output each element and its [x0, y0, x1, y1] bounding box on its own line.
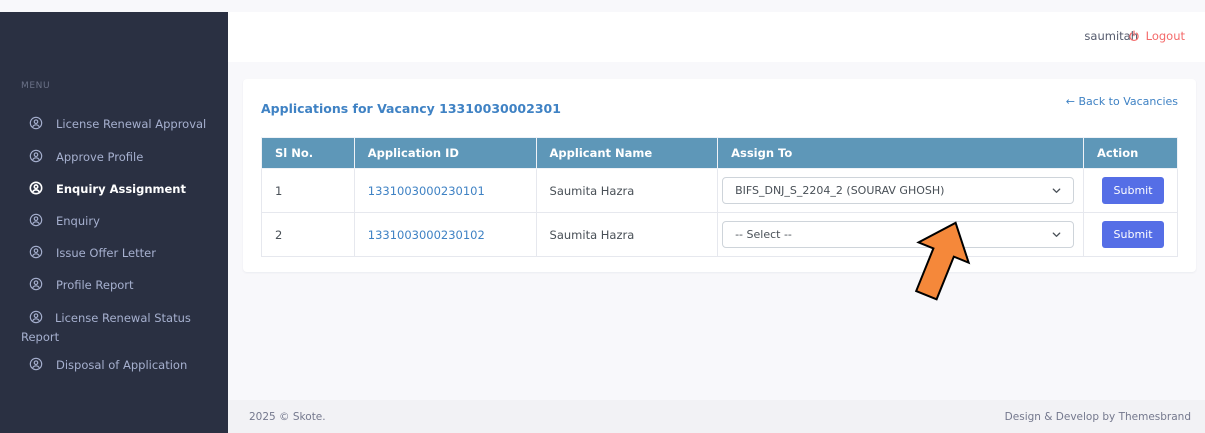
- sidebar-item-issue-offer-letter[interactable]: Issue Offer Letter: [0, 245, 228, 262]
- sidebar-item-profile-report[interactable]: Profile Report: [0, 277, 228, 294]
- sidebar-item-disposal-of-application[interactable]: Disposal of Application: [0, 357, 228, 374]
- sidebar-item-label: Issue Offer Letter: [56, 246, 156, 260]
- sidebar-item-enquiry[interactable]: Enquiry: [0, 213, 228, 230]
- cell-application-id[interactable]: 1331003000230102: [353, 212, 537, 257]
- logout-label: Logout: [1145, 29, 1185, 43]
- chevron-down-icon: [1052, 232, 1061, 237]
- assign-to-selected-value: -- Select --: [735, 228, 792, 241]
- user-circle-icon: [29, 181, 43, 195]
- cell-applicant-name: Saumita Hazra: [535, 168, 719, 213]
- table-row: 2 1331003000230102 Saumita Hazra -- Sele…: [261, 212, 1178, 257]
- cell-sl-no: 1: [261, 168, 355, 213]
- power-icon: [1128, 30, 1139, 42]
- cell-sl-no: 2: [261, 212, 355, 257]
- cell-action: Submit: [1083, 212, 1178, 257]
- column-header-sl-no: Sl No.: [261, 137, 355, 169]
- footer-copyright: 2025 © Skote.: [249, 411, 326, 423]
- chevron-down-icon: [1052, 188, 1061, 193]
- column-header-assign-to: Assign To: [717, 137, 1085, 169]
- user-circle-icon: [29, 357, 43, 371]
- sidebar-item-enquiry-assignment[interactable]: Enquiry Assignment: [0, 181, 228, 198]
- annotation-arrow-icon: [914, 221, 971, 301]
- table-header-row: Sl No. Application ID Applicant Name Ass…: [261, 137, 1178, 169]
- user-circle-icon: [29, 277, 43, 291]
- cell-application-id[interactable]: 1331003000230101: [353, 168, 537, 213]
- sidebar-item-license-renewal-approval[interactable]: License Renewal Approval: [0, 116, 228, 133]
- back-to-vacancies-link[interactable]: ← Back to Vacancies: [1066, 95, 1178, 108]
- column-header-application-id: Application ID: [353, 137, 537, 169]
- assign-to-selected-value: BIFS_DNJ_S_2204_2 (SOURAV GHOSH): [735, 184, 945, 197]
- footer-credit: Design & Develop by Themesbrand: [1004, 411, 1191, 423]
- page-title: Applications for Vacancy 13310030002301: [261, 101, 561, 116]
- user-circle-icon: [29, 116, 43, 130]
- user-circle-icon: [29, 149, 43, 163]
- cell-applicant-name: Saumita Hazra: [535, 212, 719, 257]
- sidebar-item-label: Approve Profile: [56, 150, 144, 164]
- sidebar-item-label[interactable]: License Renewal Status Report: [21, 309, 221, 347]
- column-header-action: Action: [1083, 137, 1178, 169]
- user-circle-icon: [29, 213, 43, 227]
- table-row: 1 1331003000230101 Saumita Hazra BIFS_DN…: [261, 168, 1178, 213]
- sidebar-item-label: Enquiry Assignment: [56, 182, 186, 196]
- sidebar-item-label: License Renewal Approval: [56, 117, 207, 131]
- menu-title: MENU: [21, 81, 51, 91]
- cell-action: Submit: [1083, 168, 1178, 213]
- sidebar-item-approve-profile[interactable]: Approve Profile: [0, 149, 228, 166]
- assign-to-select[interactable]: BIFS_DNJ_S_2204_2 (SOURAV GHOSH): [722, 177, 1075, 204]
- logout-button[interactable]: Logout: [1128, 29, 1185, 43]
- applications-table: Sl No. Application ID Applicant Name Ass…: [261, 137, 1178, 257]
- footer: 2025 © Skote. Design & Develop by Themes…: [228, 400, 1205, 433]
- submit-button[interactable]: Submit: [1102, 221, 1165, 248]
- applications-card: Applications for Vacancy 13310030002301 …: [243, 79, 1196, 272]
- submit-button[interactable]: Submit: [1102, 177, 1165, 204]
- sidebar: MENU License Renewal Approval Approve Pr…: [0, 12, 228, 433]
- sidebar-item-label: Enquiry: [56, 214, 100, 228]
- sidebar-item-label: Disposal of Application: [56, 358, 188, 372]
- top-header: saumitah Logout: [228, 12, 1205, 62]
- user-circle-icon: [29, 245, 43, 259]
- cell-assign-to: BIFS_DNJ_S_2204_2 (SOURAV GHOSH): [717, 168, 1085, 213]
- sidebar-item-label: Profile Report: [56, 278, 134, 292]
- column-header-applicant-name: Applicant Name: [535, 137, 719, 169]
